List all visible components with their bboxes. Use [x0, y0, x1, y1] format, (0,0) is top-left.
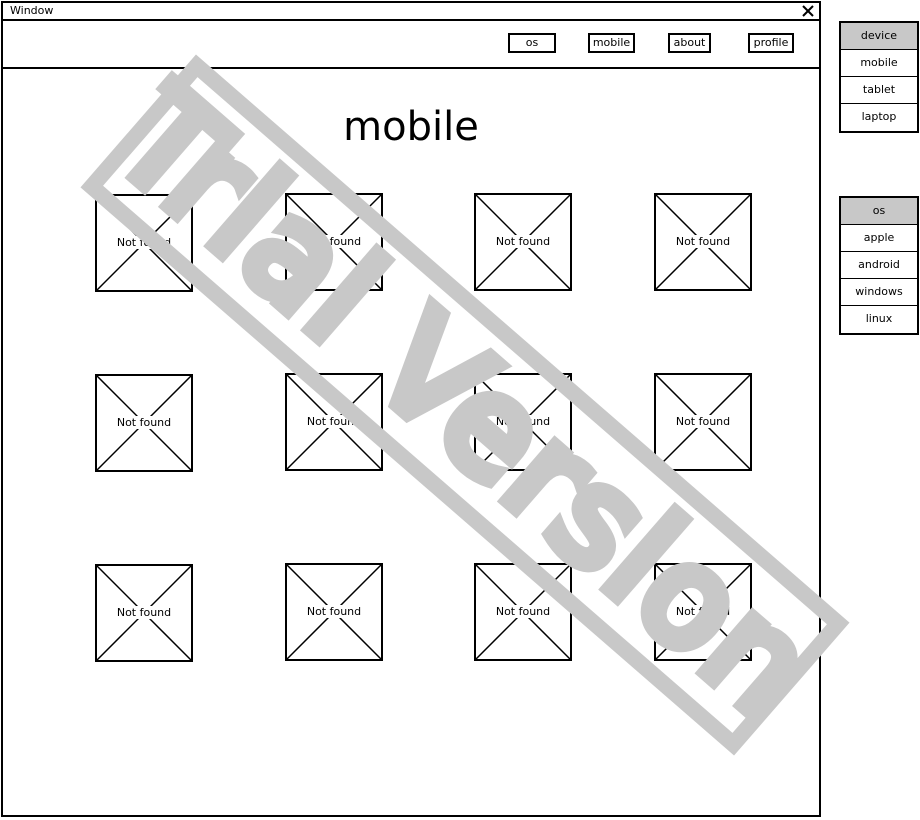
image-placeholder: Not found: [654, 193, 752, 291]
os-list: os apple android windows linux: [839, 196, 919, 335]
nav-button-about[interactable]: about: [668, 33, 711, 53]
nav-button-profile[interactable]: profile: [748, 33, 794, 53]
nav-button-os[interactable]: os: [508, 33, 556, 53]
image-placeholder: Not found: [474, 193, 572, 291]
image-placeholder: Not found: [654, 563, 752, 661]
image-placeholder: Not found: [654, 373, 752, 471]
title-bar: Window: [3, 3, 819, 21]
image-placeholder-label: Not found: [115, 416, 173, 429]
image-placeholder-label: Not found: [674, 415, 732, 428]
device-list: device mobile tablet laptop: [839, 21, 919, 133]
os-item-apple[interactable]: apple: [841, 225, 917, 252]
image-placeholder-label: Not found: [494, 605, 552, 618]
image-placeholder-label: Not found: [305, 235, 363, 248]
page-title: mobile: [343, 104, 479, 150]
image-placeholder-label: Not found: [305, 415, 363, 428]
image-placeholder-label: Not found: [494, 415, 552, 428]
image-placeholder-label: Not found: [674, 605, 732, 618]
window-title: Window: [10, 4, 54, 17]
device-item-mobile[interactable]: mobile: [841, 50, 917, 77]
image-placeholder: Not found: [285, 563, 383, 661]
os-item-linux[interactable]: linux: [841, 306, 917, 333]
device-list-header: device: [841, 23, 917, 50]
device-item-laptop[interactable]: laptop: [841, 104, 917, 131]
image-placeholder: Not found: [474, 373, 572, 471]
image-placeholder-label: Not found: [494, 235, 552, 248]
close-icon[interactable]: [802, 5, 814, 17]
image-placeholder: Not found: [95, 194, 193, 292]
image-placeholder: Not found: [285, 193, 383, 291]
device-item-tablet[interactable]: tablet: [841, 77, 917, 104]
image-placeholder: Not found: [474, 563, 572, 661]
image-placeholder-label: Not found: [115, 606, 173, 619]
os-item-windows[interactable]: windows: [841, 279, 917, 306]
os-list-header: os: [841, 198, 917, 225]
image-placeholder: Not found: [285, 373, 383, 471]
image-placeholder: Not found: [95, 564, 193, 662]
top-navbar: os mobile about profile: [3, 21, 819, 69]
os-item-android[interactable]: android: [841, 252, 917, 279]
image-placeholder-label: Not found: [115, 236, 173, 249]
image-placeholder-label: Not found: [674, 235, 732, 248]
image-placeholder: Not found: [95, 374, 193, 472]
image-placeholder-label: Not found: [305, 605, 363, 618]
nav-button-mobile[interactable]: mobile: [588, 33, 635, 53]
app-window: Window os mobile about profile mobile No…: [1, 1, 821, 817]
